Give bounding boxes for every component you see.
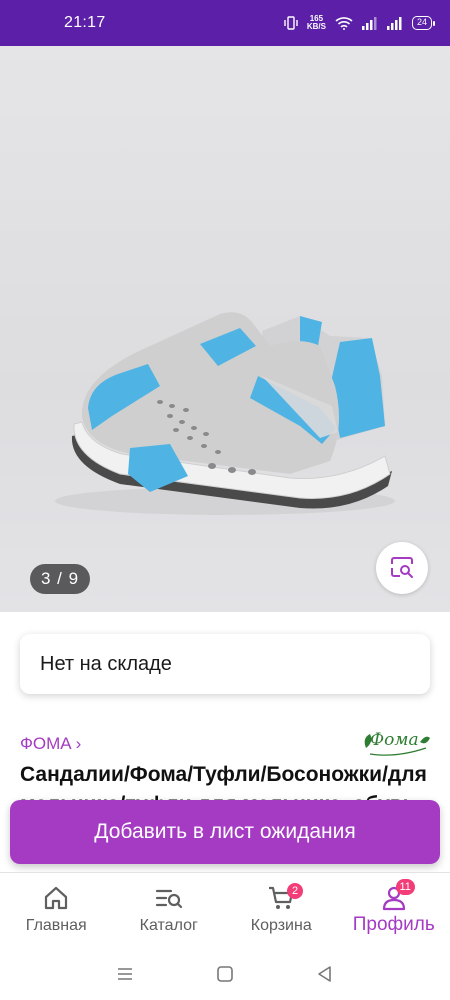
stock-status-label: Нет на складе: [40, 652, 172, 675]
status-time: 21:17: [64, 14, 106, 31]
profile-badge: 11: [395, 879, 415, 895]
vibrate-icon: [284, 16, 298, 30]
bottom-navigation: Главная Каталог 2 Корзина 11 Профиль: [0, 872, 450, 948]
net-speed: 165 KB/S: [307, 15, 326, 31]
nav-label-cart: Корзина: [250, 917, 312, 934]
net-speed-unit: KB/S: [306, 22, 326, 31]
home-square-icon[interactable]: [216, 965, 234, 983]
brand-link[interactable]: ФОМА ›: [20, 734, 81, 754]
menu-icon[interactable]: [116, 966, 134, 982]
brand-name: ФОМА: [20, 734, 72, 753]
image-counter: 3 / 9: [30, 564, 91, 594]
brand-logo: Фома: [360, 728, 432, 760]
nav-label-profile: Профиль: [352, 914, 435, 935]
signal-1-icon: [361, 17, 377, 30]
home-icon: [45, 886, 68, 910]
nav-item-catalog[interactable]: Каталог: [113, 873, 226, 948]
product-photo: [55, 312, 395, 515]
chevron-right-icon: ›: [75, 734, 82, 753]
wifi-icon: [335, 17, 353, 30]
brand-logo-text: Фома: [370, 730, 419, 750]
cart-badge: 2: [287, 883, 303, 899]
visual-search-button[interactable]: [376, 542, 428, 594]
signal-2-icon: [386, 17, 402, 30]
nav-item-profile[interactable]: 11 Профиль: [338, 873, 450, 948]
battery-indicator: 24: [411, 16, 436, 30]
catalog-search-icon: [155, 889, 182, 909]
nav-item-cart[interactable]: 2 Корзина: [225, 873, 338, 948]
add-to-waitlist-button[interactable]: Добавить в лист ожидания: [10, 800, 440, 864]
product-image-gallery[interactable]: 3 / 9: [0, 46, 450, 612]
system-navigation-bar: [0, 948, 450, 1000]
back-icon[interactable]: [316, 965, 334, 983]
nav-label-home: Главная: [25, 917, 87, 934]
nav-item-home[interactable]: Главная: [0, 873, 113, 948]
status-bar: 21:17 165 KB/S 24: [0, 0, 450, 46]
image-search-icon: [391, 557, 413, 578]
stock-status-card: Нет на складе: [20, 634, 430, 694]
nav-label-catalog: Каталог: [139, 917, 198, 934]
status-icons: 165 KB/S 24: [284, 15, 436, 31]
